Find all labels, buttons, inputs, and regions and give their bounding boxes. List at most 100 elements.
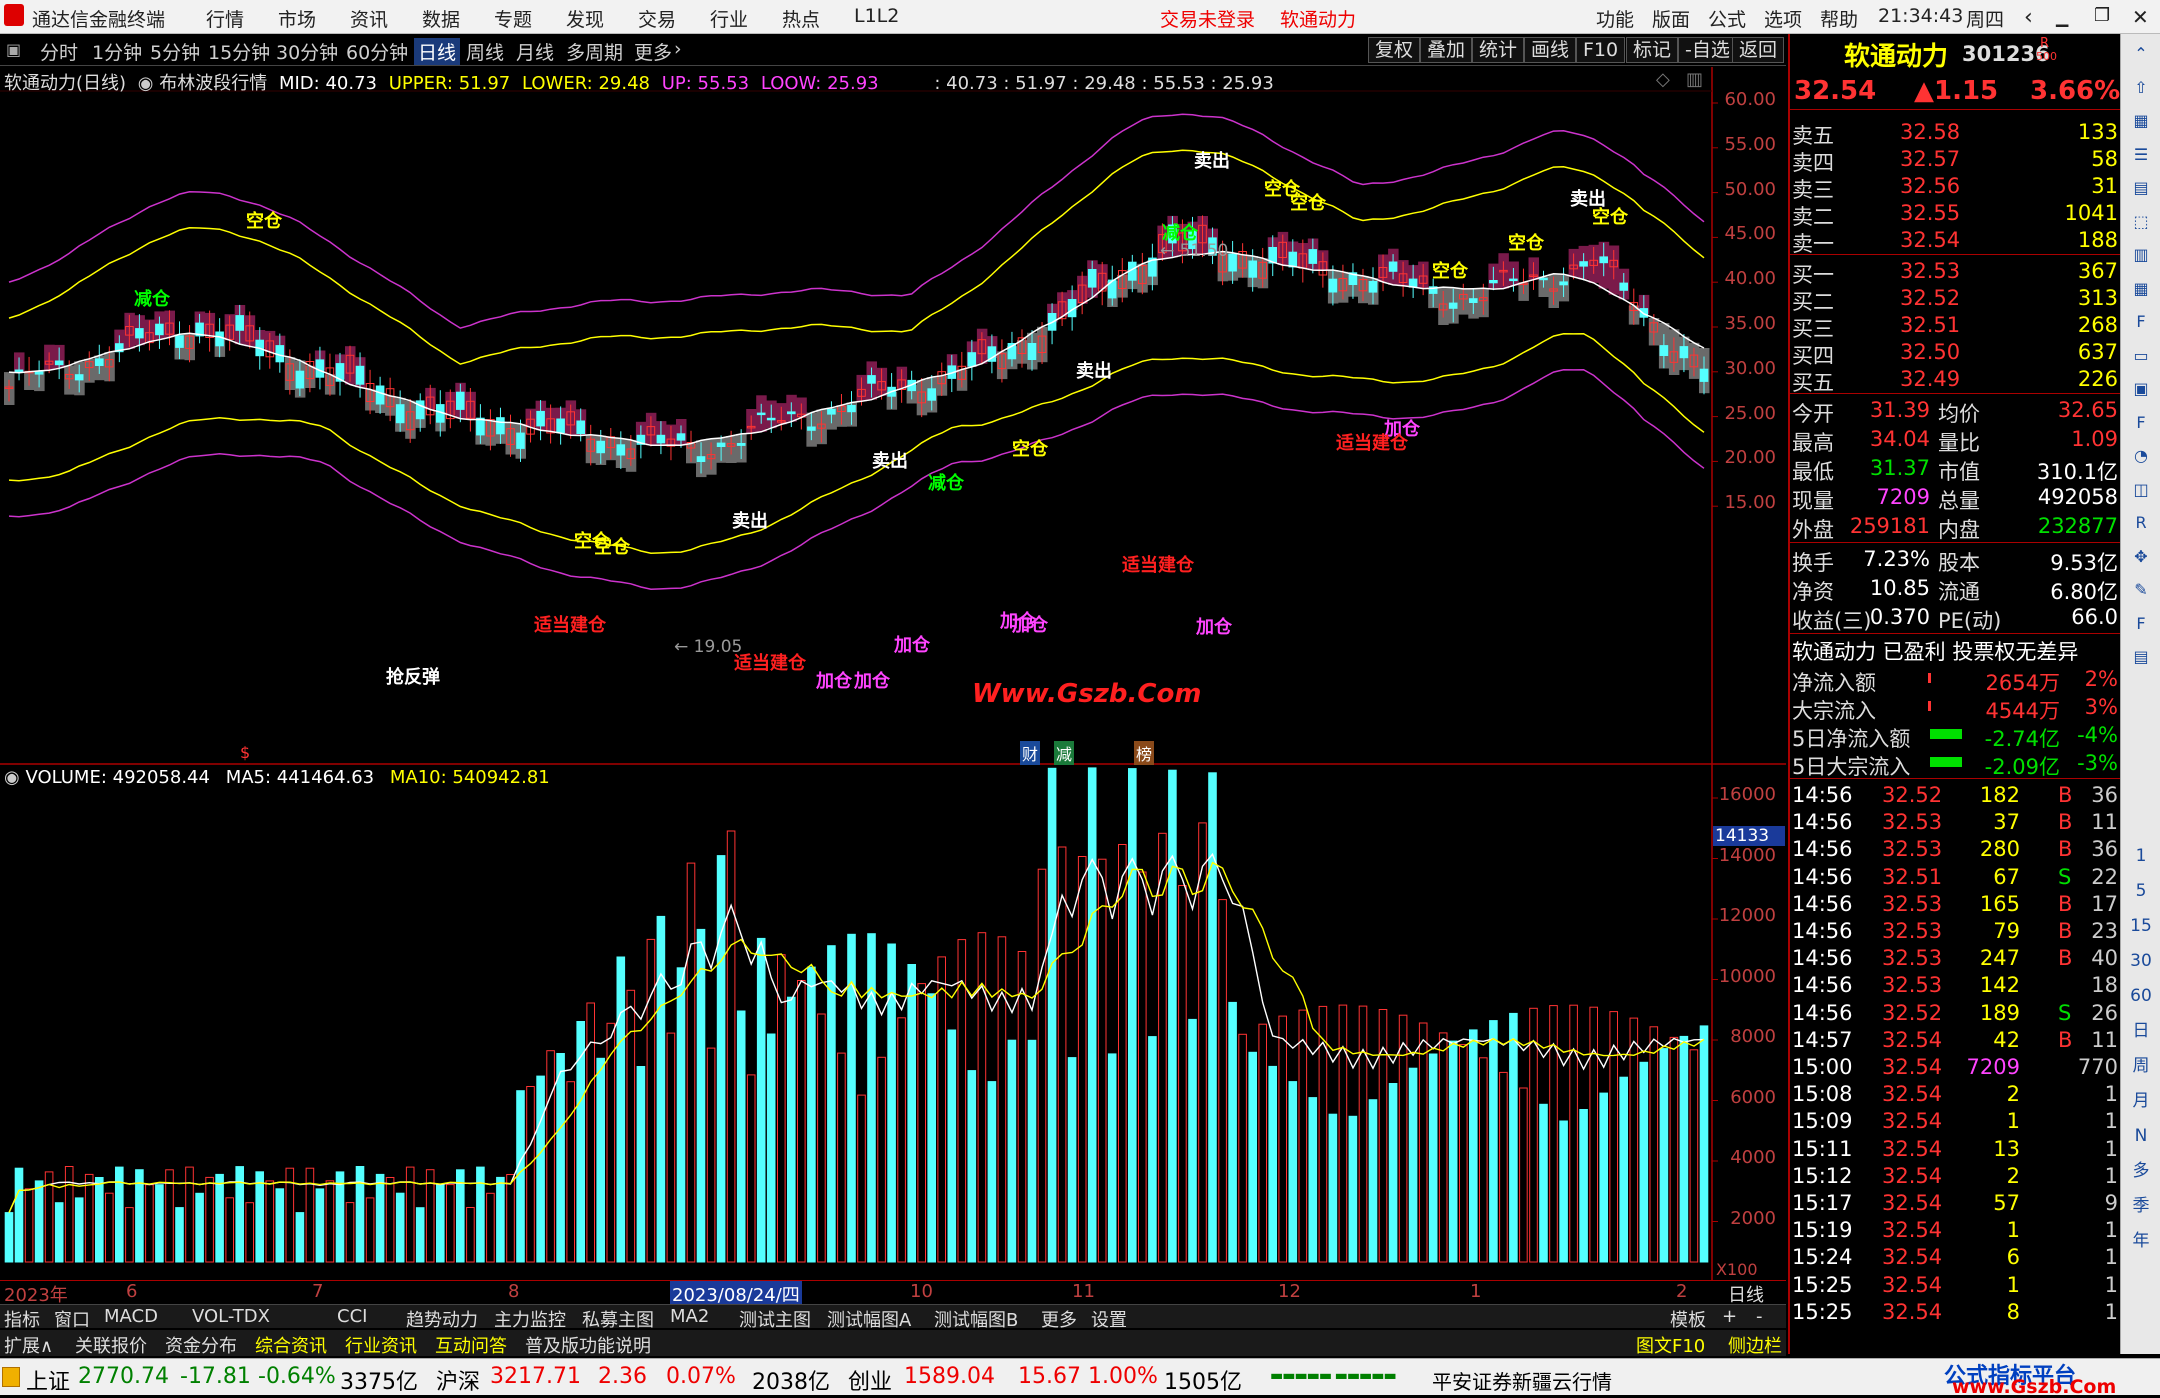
period-tab-more[interactable]: 更多 xyxy=(634,38,672,65)
volume-bar[interactable] xyxy=(1208,772,1217,1263)
chart-icon[interactable]: ◫ xyxy=(2129,478,2153,502)
candle[interactable] xyxy=(215,331,224,347)
candle[interactable] xyxy=(1559,281,1568,286)
statistics-button[interactable]: 统计 xyxy=(1472,37,1525,63)
event-reduce[interactable]: 减 xyxy=(1054,741,1075,765)
candle[interactable] xyxy=(736,443,746,446)
candle[interactable] xyxy=(1699,368,1709,382)
volume-bar[interactable] xyxy=(907,964,917,1263)
indicator-tab[interactable]: 更多 xyxy=(1041,1306,1077,1332)
side-period-button[interactable]: 周 xyxy=(2129,1054,2153,1078)
volume-bar[interactable] xyxy=(1368,1099,1378,1263)
menu-item[interactable]: 帮助 xyxy=(1820,5,1858,32)
volume-bar[interactable] xyxy=(54,1202,64,1263)
period-tab[interactable]: 60分钟 xyxy=(346,38,408,65)
indicator-tab[interactable]: 趋势动力 xyxy=(406,1306,478,1332)
period-tab[interactable]: 1分钟 xyxy=(92,38,142,65)
volume-bar[interactable] xyxy=(415,1207,425,1263)
volume-bar[interactable] xyxy=(1428,1053,1438,1263)
calc-icon[interactable]: ▤ xyxy=(2129,645,2153,669)
ask-row[interactable]: 卖三 32.56 31 xyxy=(1790,172,2122,202)
candle[interactable] xyxy=(1489,280,1498,284)
volume-bar[interactable] xyxy=(656,915,666,1263)
side-period-button[interactable]: 季 xyxy=(2129,1194,2153,1218)
volume-bar[interactable] xyxy=(1509,1012,1518,1263)
volume-bar[interactable] xyxy=(1168,769,1177,1263)
grid-icon[interactable]: ▦ xyxy=(2129,109,2153,133)
volume-bar[interactable] xyxy=(967,1070,977,1263)
side-period-button[interactable]: N xyxy=(2129,1124,2153,1148)
info-tab[interactable]: 资金分布 xyxy=(165,1332,237,1358)
doc-icon[interactable]: ▣ xyxy=(2129,377,2153,401)
menu-item[interactable]: 功能 xyxy=(1596,5,1634,32)
candle[interactable] xyxy=(1679,346,1689,359)
volume-bar[interactable] xyxy=(1308,1097,1318,1263)
menu-item[interactable]: 公式 xyxy=(1708,5,1746,32)
bars-icon[interactable]: ▥ xyxy=(2129,243,2153,267)
volume-bar[interactable] xyxy=(616,956,626,1263)
stock-profile[interactable]: 软通动力 已盈利 投票权无差异 xyxy=(1792,636,2078,666)
volume-bar[interactable] xyxy=(275,1188,285,1263)
f5-icon[interactable]: F xyxy=(2129,411,2153,435)
ask-row[interactable]: 卖二 32.55 1041 xyxy=(1790,199,2122,229)
volume-bar[interactable] xyxy=(1148,1036,1157,1263)
cy-index-name[interactable]: 创业 xyxy=(848,1364,892,1396)
side-period-button[interactable]: 日 xyxy=(2129,1019,2153,1043)
candle[interactable] xyxy=(847,405,856,413)
draw-button[interactable]: 画线 xyxy=(1524,37,1577,63)
menu-item[interactable]: 行情 xyxy=(206,5,244,32)
menu-item[interactable]: 资讯 xyxy=(350,5,388,32)
candle[interactable] xyxy=(1448,302,1458,309)
rsi-icon[interactable]: R xyxy=(2129,511,2153,535)
volume-bar[interactable] xyxy=(1027,1039,1037,1263)
bid-row[interactable]: 买五 32.49 226 xyxy=(1790,365,2122,395)
candle[interactable] xyxy=(375,385,385,405)
template-button[interactable]: 模板 xyxy=(1670,1306,1706,1332)
candle[interactable] xyxy=(927,388,937,401)
candle[interactable] xyxy=(1539,277,1548,281)
candle[interactable] xyxy=(656,434,666,444)
add-button[interactable]: + xyxy=(1722,1306,1737,1327)
period-tab[interactable]: 多周期 xyxy=(566,38,623,65)
side-period-button[interactable]: 15 xyxy=(2129,914,2153,938)
menu-item[interactable]: 热点 xyxy=(782,5,820,32)
volume-bar[interactable] xyxy=(1007,1039,1017,1263)
return-button[interactable]: 返回 xyxy=(1732,37,1785,63)
volume-bar[interactable] xyxy=(1469,1029,1478,1263)
volume-bar[interactable] xyxy=(787,996,796,1263)
volume-bar[interactable] xyxy=(756,937,766,1263)
diamond-icon[interactable]: ◇ xyxy=(1656,69,1670,90)
volume-bar[interactable] xyxy=(14,1167,24,1263)
candle[interactable] xyxy=(135,328,144,339)
volume-bar[interactable] xyxy=(1388,1083,1398,1263)
candle[interactable] xyxy=(1288,251,1298,268)
menu-item[interactable]: 交易 xyxy=(638,5,676,32)
volume-bar[interactable] xyxy=(155,1184,164,1263)
candle[interactable] xyxy=(1328,278,1338,293)
bid-row[interactable]: 买一 32.53 367 xyxy=(1790,257,2122,287)
indicator-tab[interactable]: MACD xyxy=(104,1306,158,1327)
volume-bar[interactable] xyxy=(1348,1115,1358,1263)
close-icon[interactable]: ✕ xyxy=(2132,5,2149,29)
period-tab[interactable]: 月线 xyxy=(516,38,554,65)
list-icon[interactable]: ☰ xyxy=(2129,143,2153,167)
ask-row[interactable]: 卖五 32.58 133 xyxy=(1790,118,2122,148)
side-period-button[interactable]: 月 xyxy=(2129,1089,2153,1113)
side-period-button[interactable]: 60 xyxy=(2129,984,2153,1008)
menu-item[interactable]: 行业 xyxy=(710,5,748,32)
candle[interactable] xyxy=(827,408,836,415)
volume-bar[interactable] xyxy=(1087,767,1097,1263)
info-tab[interactable]: 行业资讯 xyxy=(345,1332,417,1358)
overlay-button[interactable]: 叠加 xyxy=(1420,37,1473,63)
indicator-tab[interactable]: 测试主图 xyxy=(739,1306,811,1332)
menu-item[interactable]: 专题 xyxy=(494,5,532,32)
volume-bar[interactable] xyxy=(1489,1020,1498,1263)
clock-icon[interactable]: ◔ xyxy=(2129,444,2153,468)
info-tab[interactable]: 互动问答 xyxy=(435,1332,507,1358)
candle[interactable] xyxy=(456,391,465,410)
f10-button[interactable]: F10 xyxy=(1576,37,1626,63)
candle[interactable] xyxy=(34,371,44,375)
volume-bar[interactable] xyxy=(696,928,706,1263)
event-list[interactable]: 榜 xyxy=(1134,741,1155,765)
gear-icon[interactable]: ▭ xyxy=(2129,344,2153,368)
